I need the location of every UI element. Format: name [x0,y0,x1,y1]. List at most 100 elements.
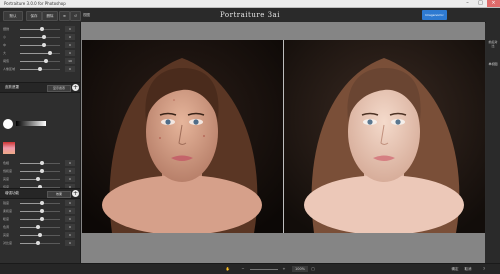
slider-value[interactable]: 10 [65,58,75,64]
slider-label: 锐度 [3,201,10,205]
slider-value[interactable]: 0 [65,216,75,222]
brand-badge[interactable]: Imagenomic [422,10,447,20]
slider-knob[interactable] [42,34,46,39]
slider-track[interactable] [20,50,60,55]
slider-knob[interactable] [36,240,40,245]
window-titlebar: Portraiture 3.0.0 for Photoshop – □ × [0,0,500,8]
slider-knob[interactable] [44,58,48,63]
slider-knob[interactable] [40,168,44,173]
single-view-button[interactable]: 单视图 [488,62,498,66]
slider-value[interactable]: 0 [65,240,75,246]
slider-track[interactable] [20,232,60,237]
after-photo[interactable] [284,40,485,233]
slider-track[interactable] [20,224,60,229]
slider-value[interactable]: 0 [65,200,75,206]
slider-value[interactable]: 0 [65,232,75,238]
split-divider[interactable] [283,40,284,233]
help-icon[interactable]: ? [480,266,488,272]
app-title: Portraiture 3ai [220,11,280,19]
slider-knob[interactable] [48,50,52,55]
color-picker[interactable] [3,142,15,154]
preview-area [81,22,485,263]
slider-track[interactable] [20,200,60,205]
cancel-button[interactable]: 取消 [464,266,472,272]
slider-track[interactable] [20,240,60,245]
slider-value[interactable]: 0 [65,208,75,214]
slider-track[interactable] [20,66,60,71]
slider-row: 柔和度 0 [3,208,78,214]
skin-mask-title: 皮肤遮罩 [5,85,19,89]
slider-track[interactable] [20,42,60,47]
slider-knob[interactable] [40,208,44,213]
slider-value[interactable]: 0 [65,66,75,72]
slider-row: 亮度 0 [3,232,78,238]
slider-track[interactable] [20,168,60,173]
slider-knob[interactable] [40,26,44,31]
slider-value[interactable]: 0 [65,168,75,174]
slider-row: 中0 [3,42,78,48]
show-mask-button[interactable]: 显示遮罩 [47,85,71,92]
close-icon[interactable]: × [487,0,500,7]
slider-label: 中 [3,43,7,47]
preset-select[interactable]: 默认 [3,11,23,21]
slider-row: 大0 [3,50,78,56]
slider-knob[interactable] [36,176,40,181]
zoom-slider[interactable] [250,269,278,270]
slider-knob[interactable] [38,232,42,237]
slider-knob[interactable] [42,42,46,47]
tone-gradient [16,121,46,126]
delete-preset-button[interactable]: 删除 [42,11,58,21]
slider-value[interactable]: 0 [65,34,75,40]
slider-track[interactable] [20,208,60,213]
slider-row: 细微 0 [3,26,78,32]
slider-row: 对比度 0 [3,240,78,246]
slider-track[interactable] [20,26,60,31]
slider-value[interactable]: 0 [65,42,75,48]
minimize-icon[interactable]: – [461,0,474,7]
zoom-select[interactable]: 100% [292,266,308,272]
slider-row: 人像区域 0 [3,66,78,72]
slider-label: 对比度 [3,241,13,245]
bottom-toolbar: ✋ − + 100% □ 确定 取消 ? [0,263,500,274]
ok-button[interactable]: 确定 [451,266,459,272]
before-after-button[interactable]: 前后对比 [488,40,498,48]
zoom-fit-icon[interactable]: □ [310,266,316,272]
slider-value[interactable]: 0 [65,50,75,56]
slider-knob[interactable] [40,216,44,221]
zoom-out-icon[interactable]: − [240,266,246,272]
slider-track[interactable] [20,58,60,63]
eyedropper-swatch[interactable] [3,119,13,129]
hand-tool-icon[interactable]: ✋ [225,266,231,272]
add-icon[interactable]: + [72,84,79,91]
slider-row: 阈值 10 [3,58,78,64]
slider-track[interactable] [20,160,60,165]
slider-track[interactable] [20,34,60,39]
slider-track[interactable] [20,176,60,181]
slider-value[interactable]: 0 [65,176,75,182]
slider-value[interactable]: 0 [65,224,75,230]
slider-row: 暖度 0 [3,216,78,222]
reset-icon[interactable]: ↺ [70,11,81,21]
slider-value[interactable]: 0 [65,26,75,32]
slider-track[interactable] [20,216,60,221]
slider-row: 锐度 0 [3,200,78,206]
before-photo[interactable] [82,40,283,233]
slider-row: 色调 0 [3,224,78,230]
save-preset-button[interactable]: 保存 [26,11,42,21]
menu-icon[interactable]: ≡ [59,11,70,21]
add-icon[interactable]: + [72,190,79,197]
slider-knob[interactable] [38,66,42,71]
slider-label: 色调 [3,225,10,229]
slider-knob[interactable] [40,160,44,165]
maximize-icon[interactable]: □ [474,0,487,7]
top-toolbar: 默认 保存 删除 ≡ ↺ 视图 Portraiture 3ai Imagenom… [0,8,500,23]
skin-mask-header: 皮肤遮罩 显示遮罩 + [0,82,80,93]
slider-label: 大 [3,51,7,55]
zoom-in-icon[interactable]: + [281,266,287,272]
view-toolbar: 前后对比 单视图 [486,22,500,263]
enhance-button[interactable]: 效果 [47,191,71,198]
slider-label: 小 [3,35,7,39]
slider-knob[interactable] [36,224,40,229]
slider-value[interactable]: 0 [65,160,75,166]
slider-knob[interactable] [40,200,44,205]
